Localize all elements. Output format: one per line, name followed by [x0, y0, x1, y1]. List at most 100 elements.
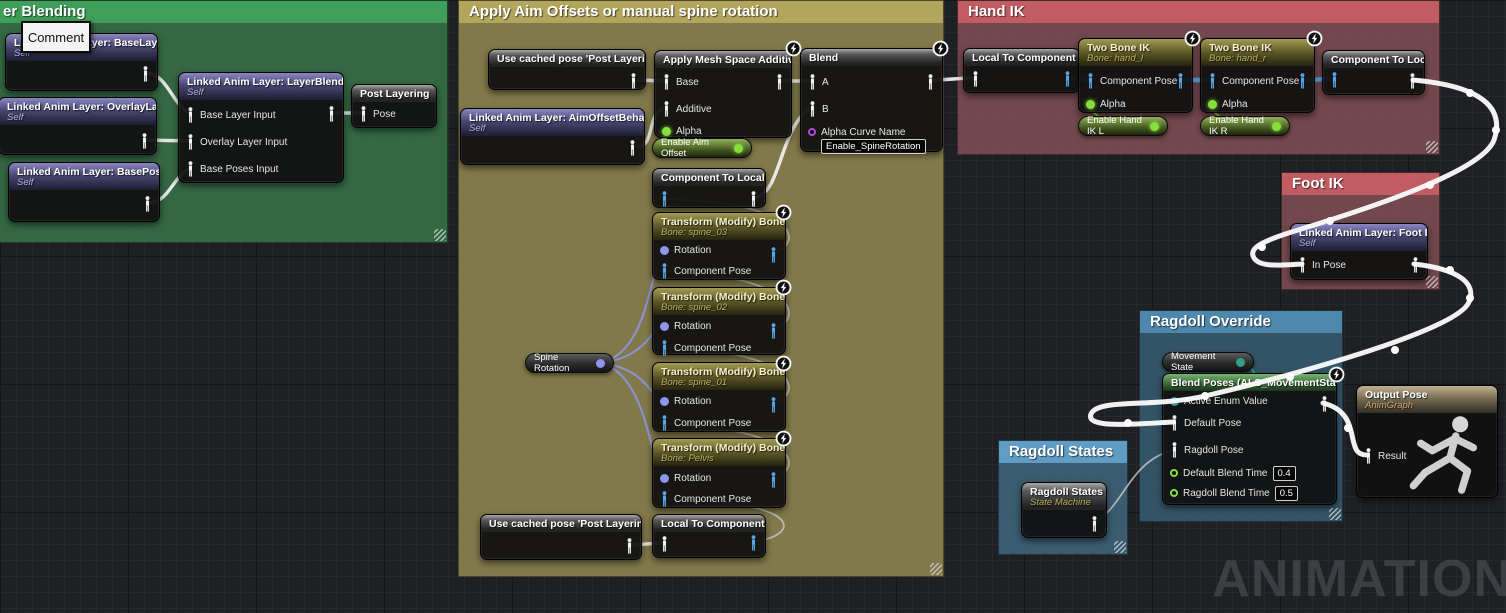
- pin-alpha[interactable]: Alpha: [1208, 96, 1248, 112]
- pose-output-pin[interactable]: [628, 140, 637, 156]
- animgraph-canvas[interactable]: { "watermark": "ANIMATION", "tooltip": "…: [0, 0, 1506, 613]
- pose-output-pin[interactable]: [625, 538, 634, 554]
- resize-handle[interactable]: [1329, 508, 1341, 520]
- pin-b[interactable]: B: [808, 101, 829, 117]
- pose-output-pin[interactable]: [629, 73, 638, 89]
- pill-enable-hand-ik-r[interactable]: Enable Hand IK R: [1200, 116, 1290, 136]
- enum-output-pin[interactable]: [1236, 358, 1245, 367]
- node-transform-modify-bone-spine-03[interactable]: Transform (Modify) Bone Bone: spine_03 R…: [652, 212, 786, 280]
- pose-output-pin[interactable]: [141, 66, 150, 82]
- pose-output-pin[interactable]: [769, 247, 778, 263]
- pose-output-pin[interactable]: [749, 191, 758, 207]
- resize-handle[interactable]: [1426, 141, 1438, 153]
- pin-result[interactable]: Result: [1364, 448, 1406, 464]
- node-transform-modify-bone-pelvis[interactable]: Transform (Modify) Bone Bone: Pelvis Rot…: [652, 438, 786, 508]
- pin-pose-input[interactable]: Pose: [359, 106, 396, 122]
- pin-ragdoll-pose[interactable]: Ragdoll Pose: [1170, 442, 1243, 458]
- comment-title[interactable]: Hand IK: [958, 1, 1439, 23]
- pose-input-pin[interactable]: [971, 71, 980, 87]
- comment-title[interactable]: er Blending: [0, 1, 447, 23]
- bool-output-pin[interactable]: [1150, 122, 1159, 131]
- node-use-cached-pose-top[interactable]: Use cached pose 'Post Layering': [488, 49, 646, 90]
- node-ragdoll-states-machine[interactable]: Ragdoll States State Machine: [1021, 482, 1107, 538]
- pin-rotation[interactable]: Rotation: [660, 393, 711, 409]
- comment-title[interactable]: Apply Aim Offsets or manual spine rotati…: [459, 1, 943, 23]
- pin-alpha[interactable]: Alpha: [1086, 96, 1126, 112]
- pin-base-layer-input[interactable]: Base Layer Input: [186, 107, 276, 123]
- pose-output-pin[interactable]: [143, 196, 152, 212]
- pose-input-pin[interactable]: [660, 536, 669, 552]
- pose-output-pin[interactable]: [769, 397, 778, 413]
- pose-output-pin[interactable]: [327, 106, 336, 122]
- comment-title[interactable]: Foot IK: [1282, 173, 1439, 195]
- pin-additive[interactable]: Additive: [662, 101, 712, 117]
- pin-ragdoll-blend-time[interactable]: Ragdoll Blend Time0.5: [1170, 485, 1298, 501]
- pose-output-pin[interactable]: [1320, 396, 1329, 412]
- comment-title[interactable]: Ragdoll States: [999, 441, 1127, 463]
- node-apply-mesh-space-additive[interactable]: Apply Mesh Space Additive Base Additive …: [654, 50, 792, 138]
- pose-output-pin[interactable]: [926, 74, 935, 90]
- pose-output-pin[interactable]: [1090, 516, 1099, 532]
- node-post-layering-cache[interactable]: Post Layering Pose: [351, 84, 437, 128]
- pin-component-pose[interactable]: Component Pose: [660, 340, 751, 356]
- node-component-to-local-spine[interactable]: Component To Local: [652, 168, 766, 208]
- node-transform-modify-bone-spine-01[interactable]: Transform (Modify) Bone Bone: spine_01 R…: [652, 362, 786, 432]
- pin-rotation[interactable]: Rotation: [660, 318, 711, 334]
- pose-output-pin[interactable]: [1408, 73, 1417, 89]
- pill-movement-state[interactable]: Movement State: [1162, 352, 1254, 372]
- node-linked-anim-layer-aimoffsetbehaviors[interactable]: Linked Anim Layer: AimOffsetBehaviors Se…: [460, 108, 645, 165]
- node-two-bone-ik-hand-l[interactable]: Two Bone IK Bone: hand_l Component Pose …: [1078, 38, 1193, 113]
- bool-output-pin[interactable]: [734, 144, 743, 153]
- pin-component-pose[interactable]: Component Pose: [660, 263, 751, 279]
- node-component-to-local-hand[interactable]: Component To Local: [1322, 50, 1425, 95]
- pose-output-pin[interactable]: [749, 535, 758, 551]
- pose-input-pin[interactable]: [1330, 72, 1339, 88]
- node-blend-poses-movementstate[interactable]: Blend Poses (ALS_MovementState) Active E…: [1162, 373, 1337, 505]
- resize-handle[interactable]: [434, 229, 446, 241]
- pill-spine-rotation[interactable]: Spine Rotation: [525, 353, 614, 373]
- ragdoll-blend-time-value[interactable]: 0.5: [1275, 486, 1298, 501]
- pose-output-pin[interactable]: [1411, 257, 1420, 273]
- pill-enable-aim-offset[interactable]: Enable Aim Offset: [652, 138, 752, 158]
- node-output-pose[interactable]: Output Pose AnimGraph Result: [1356, 385, 1498, 498]
- resize-handle[interactable]: [1114, 541, 1126, 553]
- node-two-bone-ik-hand-r[interactable]: Two Bone IK Bone: hand_r Component Pose …: [1200, 38, 1315, 113]
- node-local-to-component-spine[interactable]: Local To Component: [652, 514, 766, 558]
- bool-output-pin[interactable]: [1272, 122, 1281, 131]
- pose-input-pin[interactable]: [660, 191, 669, 207]
- pin-component-pose[interactable]: Component Pose: [660, 415, 751, 431]
- pill-enable-hand-ik-l[interactable]: Enable Hand IK L: [1078, 116, 1168, 136]
- pin-component-pose[interactable]: Component Pose: [660, 491, 751, 507]
- pin-overlay-layer-input[interactable]: Overlay Layer Input: [186, 134, 287, 150]
- pin-component-pose[interactable]: Component Pose: [1086, 73, 1177, 89]
- default-blend-time-value[interactable]: 0.4: [1273, 466, 1296, 481]
- pose-output-pin[interactable]: [1298, 73, 1307, 89]
- node-use-cached-pose-bottom[interactable]: Use cached pose 'Post Layering': [480, 514, 642, 560]
- pose-output-pin[interactable]: [1176, 73, 1185, 89]
- pose-output-pin[interactable]: [140, 133, 149, 149]
- rotator-output-pin[interactable]: [596, 359, 605, 368]
- comment-title[interactable]: Ragdoll Override: [1140, 311, 1342, 333]
- node-linked-anim-layer-foot-ik[interactable]: Linked Anim Layer: Foot IK Self In Pose: [1290, 223, 1428, 280]
- pin-default-blend-time[interactable]: Default Blend Time0.4: [1170, 465, 1296, 481]
- resize-handle[interactable]: [930, 563, 942, 575]
- pin-a[interactable]: A: [808, 74, 829, 90]
- pin-base[interactable]: Base: [662, 74, 699, 90]
- pin-default-pose[interactable]: Default Pose: [1170, 415, 1241, 431]
- pin-rotation[interactable]: Rotation: [660, 242, 711, 258]
- pin-rotation[interactable]: Rotation: [660, 470, 711, 486]
- node-local-to-component-hand[interactable]: Local To Component: [963, 48, 1080, 93]
- alpha-curve-value[interactable]: Enable_SpineRotation: [821, 138, 926, 154]
- resize-handle[interactable]: [1426, 276, 1438, 288]
- pin-active-enum-value[interactable]: Active Enum Value: [1170, 393, 1268, 409]
- node-linked-anim-layer-layerblending[interactable]: Linked Anim Layer: LayerBlending Self Ba…: [178, 72, 344, 183]
- pose-output-pin[interactable]: [775, 74, 784, 90]
- pose-output-pin[interactable]: [1063, 71, 1072, 87]
- pin-base-poses-input[interactable]: Base Poses Input: [186, 161, 278, 177]
- pose-output-pin[interactable]: [769, 472, 778, 488]
- pose-output-pin[interactable]: [769, 323, 778, 339]
- node-linked-anim-layer-baseposes[interactable]: Linked Anim Layer: BasePoses Self: [8, 162, 160, 222]
- pin-in-pose[interactable]: In Pose: [1298, 257, 1346, 273]
- node-linked-anim-layer-overlaylayer[interactable]: Linked Anim Layer: OverlayLayer Self: [0, 97, 157, 155]
- pin-component-pose[interactable]: Component Pose: [1208, 73, 1299, 89]
